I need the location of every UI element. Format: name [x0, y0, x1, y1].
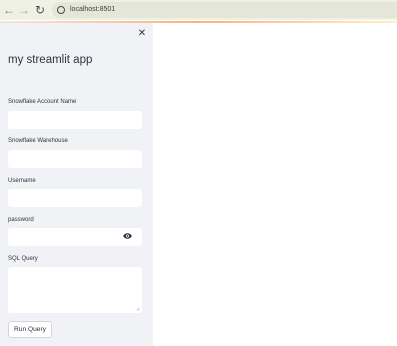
sql-query-textarea[interactable] [8, 267, 142, 313]
resize-grip-icon[interactable] [136, 307, 140, 311]
warehouse-label: Snowflake Warehouse [8, 138, 68, 144]
username-label: Username [8, 178, 36, 184]
warehouse-input[interactable] [8, 150, 142, 168]
account-name-input[interactable] [8, 111, 142, 129]
reload-icon[interactable]: ↻ [32, 2, 48, 18]
info-icon[interactable] [57, 6, 65, 14]
run-query-button[interactable]: Run Query [8, 321, 52, 338]
address-bar[interactable]: localhost:8501 [52, 2, 397, 18]
url-text[interactable]: localhost:8501 [70, 4, 115, 16]
sql-query-label: SQL Query [8, 256, 38, 262]
arrow-right-icon[interactable]: → [16, 2, 32, 18]
arrow-left-icon[interactable]: ← [1, 2, 17, 18]
password-input[interactable] [8, 228, 142, 246]
username-input[interactable] [8, 189, 142, 207]
app-title: my streamlit app [8, 54, 93, 66]
eye-icon[interactable] [123, 233, 132, 239]
browser-toolbar: ← → ↻ localhost:8501 [0, 0, 397, 20]
close-icon[interactable]: ✕ [136, 28, 148, 40]
password-label: password [8, 217, 34, 223]
account-name-label: Snowflake Account Name [8, 99, 77, 105]
